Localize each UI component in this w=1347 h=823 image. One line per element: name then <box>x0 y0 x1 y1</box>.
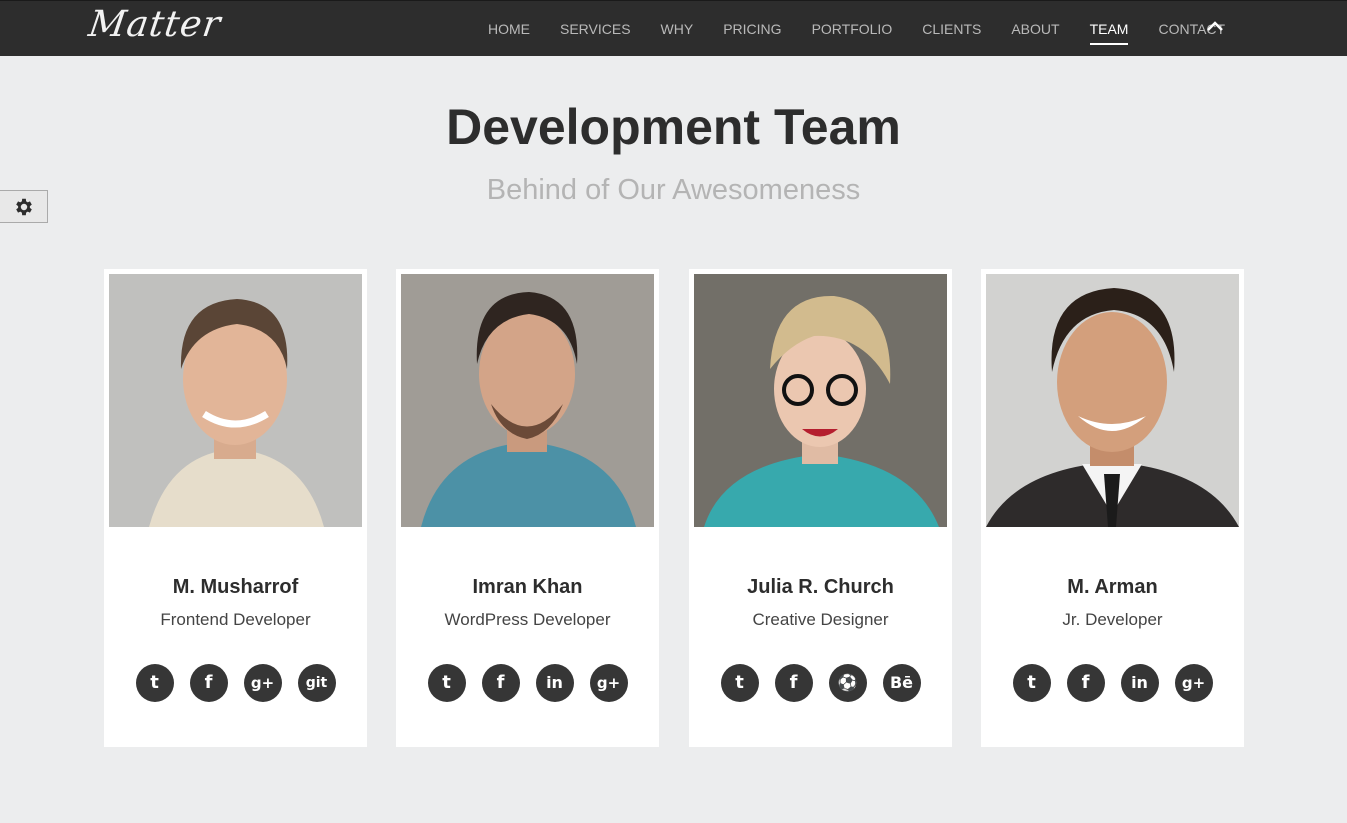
section-title: Development Team <box>446 99 901 155</box>
team-member-role: Jr. Developer <box>1062 610 1163 629</box>
section-subtitle: Behind of Our Awesomeness <box>486 174 861 206</box>
dribbble-icon[interactable]: ⚽ <box>828 664 867 702</box>
nav-item-portfolio[interactable]: PORTFOLIO <box>812 13 893 45</box>
team-member-role: Creative Designer <box>752 610 889 629</box>
nav-item-about[interactable]: ABOUT <box>1011 13 1059 45</box>
team-card: Julia R. Church Creative Designer t f ⚽ … <box>689 269 952 747</box>
google-plus-icon[interactable]: g+ <box>1174 664 1213 702</box>
nav-item-services[interactable]: SERVICES <box>560 13 631 45</box>
google-plus-icon[interactable]: g+ <box>589 664 628 702</box>
behance-icon[interactable]: Bē <box>882 664 921 702</box>
social-links: t f g+ git <box>104 664 367 702</box>
main-nav: HOME SERVICES WHY PRICING PORTFOLIO CLIE… <box>473 1 1240 57</box>
chevron-up-icon[interactable] <box>1204 15 1226 37</box>
team-member-name: M. Musharrof <box>172 576 299 598</box>
team-card: M. Arman Jr. Developer t f in g+ <box>981 269 1244 747</box>
team-member-name: Julia R. Church <box>747 576 894 598</box>
github-icon[interactable]: git <box>297 664 336 702</box>
social-links: t f ⚽ Bē <box>689 664 952 702</box>
facebook-icon[interactable]: f <box>189 664 228 702</box>
team-member-role: WordPress Developer <box>444 610 611 629</box>
twitter-icon[interactable]: t <box>720 664 759 702</box>
nav-item-team[interactable]: TEAM <box>1089 13 1128 45</box>
team-member-name: M. Arman <box>1067 576 1158 598</box>
nav-item-home[interactable]: HOME <box>488 13 530 45</box>
logo[interactable]: Matter <box>86 4 224 45</box>
team-member-photo <box>694 274 947 527</box>
facebook-icon[interactable]: f <box>1066 664 1105 702</box>
linkedin-icon[interactable]: in <box>1120 664 1159 702</box>
team-member-photo <box>109 274 362 527</box>
twitter-icon[interactable]: t <box>1012 664 1051 702</box>
facebook-icon[interactable]: f <box>774 664 813 702</box>
twitter-icon[interactable]: t <box>427 664 466 702</box>
facebook-icon[interactable]: f <box>481 664 520 702</box>
navbar: Matter HOME SERVICES WHY PRICING PORTFOL… <box>0 0 1347 56</box>
twitter-icon[interactable]: t <box>135 664 174 702</box>
team-card: Imran Khan WordPress Developer t f in g+ <box>396 269 659 747</box>
nav-item-clients[interactable]: CLIENTS <box>922 13 981 45</box>
linkedin-icon[interactable]: in <box>535 664 574 702</box>
team-member-photo <box>986 274 1239 527</box>
social-links: t f in g+ <box>981 664 1244 702</box>
team-member-role: Frontend Developer <box>160 610 311 629</box>
google-plus-icon[interactable]: g+ <box>243 664 282 702</box>
social-links: t f in g+ <box>396 664 659 702</box>
team-member-name: Imran Khan <box>472 576 583 598</box>
team-card: M. Musharrof Frontend Developer t f g+ g… <box>104 269 367 747</box>
nav-item-pricing[interactable]: PRICING <box>723 13 781 45</box>
team-member-photo <box>401 274 654 527</box>
nav-item-why[interactable]: WHY <box>661 13 694 45</box>
